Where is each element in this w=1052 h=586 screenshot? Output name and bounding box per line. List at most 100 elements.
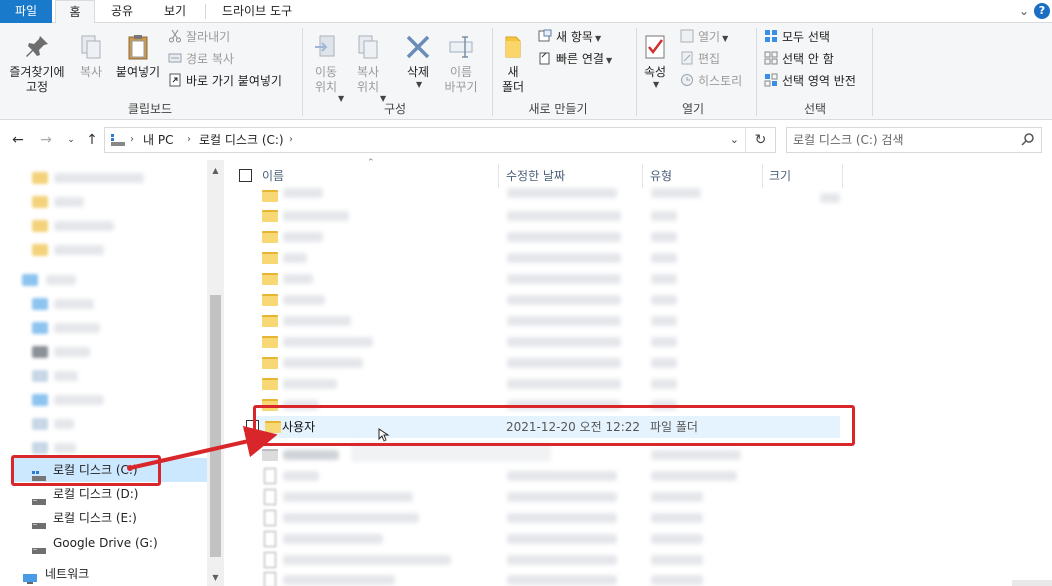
copy-to-button[interactable]: 복사 위치 ▼ bbox=[348, 33, 388, 103]
paste-shortcut-label: 바로 가기 붙여넣기 bbox=[186, 74, 282, 88]
paste-shortcut-button[interactable]: 바로 가기 붙여넣기 bbox=[168, 71, 282, 91]
new-folder-label: 새 폴더 bbox=[501, 65, 525, 94]
address-bar[interactable]: › 내 PC › 로컬 디스크 (C:) › ⌄ ↻ bbox=[104, 127, 776, 153]
nav-item-google-drive-g[interactable]: Google Drive (G:) bbox=[12, 531, 208, 555]
select-none-label: 선택 안 함 bbox=[782, 52, 834, 66]
navigation-pane-scrollbar[interactable]: ▲ ▼ bbox=[207, 160, 224, 586]
file-explorer-window: 파일 홈 공유 보기 드라이브 도구 ⌄ ? 즐겨찾기에 고정 복사 붙여넣기 bbox=[0, 0, 1052, 586]
address-history-chevron-icon[interactable]: ⌄ bbox=[730, 128, 739, 152]
rename-icon bbox=[447, 33, 475, 61]
navigation-pane: 로컬 디스크 (C:) 로컬 디스크 (D:) 로컬 디스크 (E:) Goog… bbox=[0, 160, 224, 586]
list-item[interactable] bbox=[255, 332, 840, 353]
new-item-label: 새 항목 bbox=[556, 30, 593, 44]
invert-selection-label: 선택 영역 반전 bbox=[782, 74, 856, 88]
new-item-icon bbox=[538, 29, 552, 43]
list-item[interactable] bbox=[255, 248, 840, 269]
rename-button[interactable]: 이름 바꾸기 bbox=[440, 33, 482, 95]
select-none-button[interactable]: 선택 안 함 bbox=[764, 49, 834, 69]
open-group-label: 열기 bbox=[681, 102, 705, 116]
easy-access-button[interactable]: 빠른 연결 ▼ bbox=[538, 49, 612, 69]
nav-item-label: 로컬 디스크 (E:) bbox=[53, 511, 137, 525]
search-icon bbox=[1021, 132, 1035, 146]
list-item[interactable] bbox=[255, 442, 840, 466]
annotation-box-local-disk-c bbox=[11, 455, 161, 486]
tab-home[interactable]: 홈 bbox=[55, 0, 95, 24]
this-pc-icon bbox=[111, 134, 125, 146]
sort-ascending-icon: ⌃ bbox=[367, 158, 375, 168]
copy-button[interactable]: 복사 bbox=[72, 33, 110, 80]
cut-button[interactable]: 잘라내기 bbox=[168, 27, 230, 47]
edit-button[interactable]: 편집 bbox=[680, 49, 720, 69]
tab-file[interactable]: 파일 bbox=[0, 0, 52, 23]
breadcrumb-local-disk-c[interactable]: 로컬 디스크 (C:) bbox=[199, 128, 284, 152]
list-item[interactable] bbox=[255, 290, 840, 311]
select-none-icon bbox=[764, 51, 778, 65]
scroll-down-icon[interactable]: ▼ bbox=[207, 569, 224, 586]
search-input[interactable] bbox=[793, 130, 1013, 150]
list-item[interactable] bbox=[255, 186, 840, 207]
new-group-label: 새로 만들기 bbox=[528, 102, 588, 116]
list-item[interactable] bbox=[255, 550, 840, 571]
rename-label: 이름 바꾸기 bbox=[444, 65, 478, 94]
easy-access-label: 빠른 연결 bbox=[556, 52, 604, 66]
pin-to-quick-access-button[interactable]: 즐겨찾기에 고정 bbox=[4, 33, 70, 95]
list-item[interactable] bbox=[255, 227, 840, 248]
scrollbar-thumb[interactable] bbox=[210, 295, 221, 557]
refresh-icon[interactable]: ↻ bbox=[745, 128, 775, 152]
new-item-button[interactable]: 새 항목 ▼ bbox=[538, 27, 601, 47]
list-item[interactable] bbox=[255, 269, 840, 290]
path-icon bbox=[168, 51, 182, 65]
collapse-ribbon-chevron-icon[interactable]: ⌄ bbox=[1016, 3, 1032, 19]
clipboard-group-label: 클립보드 bbox=[127, 102, 173, 116]
help-icon[interactable]: ? bbox=[1034, 3, 1050, 19]
list-item[interactable] bbox=[255, 487, 840, 508]
clipboard-icon bbox=[124, 33, 152, 61]
breadcrumb-this-pc[interactable]: 내 PC bbox=[143, 128, 173, 152]
search-box[interactable] bbox=[786, 127, 1042, 153]
tab-view[interactable]: 보기 bbox=[150, 0, 200, 23]
new-folder-button[interactable]: 새 폴더 bbox=[496, 33, 530, 95]
pin-label: 즐겨찾기에 고정 bbox=[9, 65, 65, 94]
list-item[interactable] bbox=[255, 570, 840, 586]
list-item[interactable] bbox=[255, 374, 840, 395]
copy-path-button[interactable]: 경로 복사 bbox=[168, 49, 234, 69]
recent-locations-chevron-icon[interactable]: ⌄ bbox=[63, 132, 79, 148]
history-icon bbox=[680, 73, 694, 87]
annotation-box-users-folder bbox=[253, 405, 855, 446]
nav-item-local-disk-e[interactable]: 로컬 디스크 (E:) bbox=[12, 506, 208, 530]
edit-icon bbox=[680, 51, 694, 65]
invert-selection-button[interactable]: 선택 영역 반전 bbox=[764, 71, 856, 91]
new-folder-icon bbox=[499, 33, 527, 61]
list-item[interactable] bbox=[255, 529, 840, 550]
back-arrow-icon[interactable]: ← bbox=[10, 132, 26, 148]
history-label: 히스토리 bbox=[698, 74, 743, 88]
select-all-button[interactable]: 모두 선택 bbox=[764, 27, 830, 47]
copy-path-label: 경로 복사 bbox=[186, 52, 234, 66]
list-item[interactable] bbox=[255, 311, 840, 332]
properties-button[interactable]: 속성 ▼ bbox=[638, 33, 672, 89]
open-icon bbox=[680, 29, 694, 43]
paste-button[interactable]: 붙여넣기 bbox=[112, 33, 164, 80]
move-to-icon bbox=[312, 33, 340, 61]
organize-group-label: 구성 bbox=[383, 102, 407, 116]
open-button[interactable]: 열기 ▼ bbox=[680, 27, 728, 47]
tab-drive-tools[interactable]: 드라이브 도구 bbox=[210, 0, 304, 23]
select-all-label: 모두 선택 bbox=[782, 30, 830, 44]
list-item[interactable] bbox=[255, 508, 840, 529]
list-item[interactable] bbox=[255, 353, 840, 374]
nav-item-network[interactable]: 네트워크 bbox=[0, 562, 196, 586]
scroll-up-icon[interactable]: ▲ bbox=[207, 162, 224, 179]
history-button[interactable]: 히스토리 bbox=[680, 71, 742, 91]
delete-button[interactable]: 삭제 ▼ bbox=[398, 33, 438, 89]
list-item[interactable] bbox=[255, 206, 840, 227]
copy-label: 복사 bbox=[79, 65, 103, 79]
tab-share[interactable]: 공유 bbox=[98, 0, 146, 23]
up-arrow-icon[interactable]: ↑ bbox=[84, 132, 100, 148]
nav-item-label: 네트워크 bbox=[45, 567, 90, 581]
forward-arrow-icon[interactable]: → bbox=[38, 132, 54, 148]
ribbon-tab-strip: 파일 홈 공유 보기 드라이브 도구 ⌄ ? bbox=[0, 0, 1052, 24]
copy-icon bbox=[77, 33, 105, 61]
move-to-button[interactable]: 이동 위치 ▼ bbox=[306, 33, 346, 103]
list-item[interactable] bbox=[255, 466, 840, 487]
select-all-checkbox[interactable] bbox=[239, 169, 252, 182]
